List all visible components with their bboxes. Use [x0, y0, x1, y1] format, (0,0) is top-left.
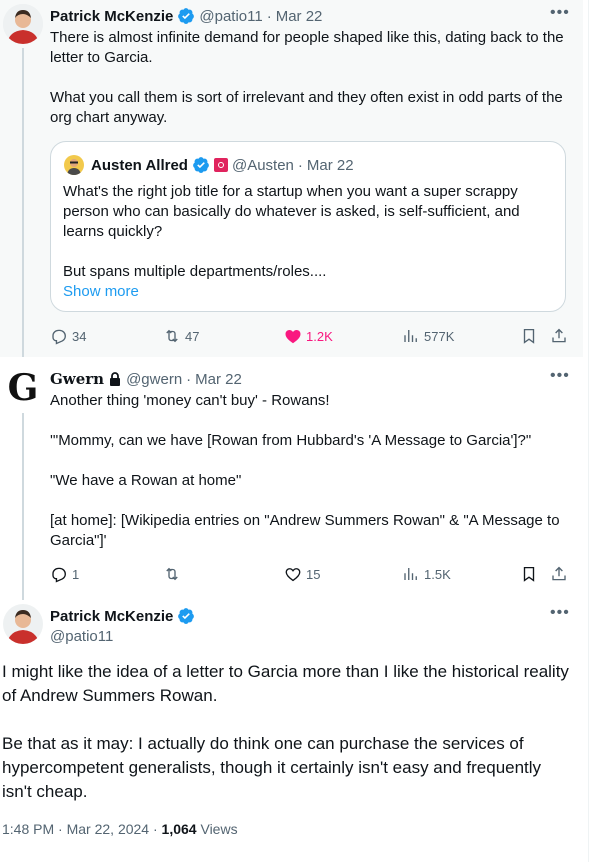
bookmark-icon: [523, 328, 535, 344]
verified-badge-icon: [193, 157, 209, 173]
repost-button[interactable]: 47: [163, 326, 199, 346]
lock-icon: [110, 372, 121, 386]
quote-author-handle[interactable]: @Austen: [232, 157, 294, 174]
views-count: 577K: [424, 328, 455, 344]
author-name[interactable]: Patrick McKenzie: [50, 8, 173, 25]
reply-button[interactable]: 1: [50, 564, 79, 584]
like-count: 1.2K: [306, 328, 333, 344]
views-count: 1.5K: [424, 566, 451, 582]
share-icon: [552, 328, 566, 343]
tweet-text: I might like the idea of a letter to Gar…: [2, 662, 569, 801]
tweet-full-date[interactable]: Mar 22, 2024: [67, 821, 150, 837]
tweet-time[interactable]: 1:48 PM: [2, 821, 54, 837]
tweet-text: Another thing 'money can't buy' - Rowans…: [50, 392, 560, 549]
bookmark-button[interactable]: [520, 326, 538, 346]
tweet-handle-row: @patio11: [50, 626, 113, 646]
tweet-header: Patrick McKenzie: [50, 606, 195, 626]
tweet-actions: 1 15 1.5K: [50, 564, 570, 584]
tweet-actions: 34 47 1.2K 577K: [50, 326, 570, 346]
share-icon: [552, 566, 566, 581]
quote-text: What's the right job title for a startup…: [63, 183, 520, 280]
quote-avatar[interactable]: [64, 155, 84, 175]
separator: ·: [186, 370, 192, 388]
reply-count: 34: [72, 328, 87, 344]
like-button[interactable]: 15: [284, 564, 320, 584]
tweet-date[interactable]: Mar 22: [195, 371, 242, 388]
tweet-date[interactable]: Mar 22: [276, 8, 323, 25]
show-more-link[interactable]: Show more: [63, 282, 263, 302]
separator: ·: [266, 7, 272, 25]
views-button[interactable]: 1.5K: [402, 564, 451, 584]
separator: ·: [297, 156, 303, 174]
share-button[interactable]: [550, 326, 568, 346]
views-icon: [404, 330, 417, 342]
more-icon[interactable]: •••: [550, 5, 569, 26]
quote-date[interactable]: Mar 22: [307, 157, 354, 174]
repost-button[interactable]: [163, 564, 185, 584]
avatar[interactable]: [3, 4, 43, 44]
share-button[interactable]: [550, 564, 568, 584]
avatar[interactable]: G: [3, 367, 43, 407]
quoted-tweet[interactable]: Austen Allred @Austen · Mar 22 What's th…: [50, 141, 566, 312]
tweet-header: Patrick McKenzie @patio11 · Mar 22: [50, 6, 322, 26]
tweet-patio11-reply[interactable]: Patrick McKenzie @patio11 · Mar 22 ••• T…: [0, 0, 583, 357]
verified-badge-icon: [178, 8, 195, 24]
like-count: 15: [306, 566, 321, 582]
tweet-header: Gwern @gwern · Mar 22: [50, 369, 242, 389]
affiliation-badge-icon: [213, 158, 228, 172]
bookmark-button[interactable]: [520, 564, 538, 584]
more-icon[interactable]: •••: [550, 368, 569, 389]
repost-icon: [166, 567, 178, 581]
tweet-meta: 1:48 PM · Mar 22, 2024 · 1,064 Views: [2, 821, 238, 837]
author-name[interactable]: Gwern: [50, 370, 104, 388]
heart-icon: [285, 568, 301, 582]
views-button[interactable]: 577K: [402, 326, 454, 346]
author-handle[interactable]: @patio11: [50, 628, 113, 645]
svg-text:G: G: [8, 367, 39, 407]
author-name[interactable]: Patrick McKenzie: [50, 608, 173, 625]
more-icon[interactable]: •••: [550, 605, 569, 626]
avatar[interactable]: [3, 604, 43, 644]
repost-count: 47: [185, 328, 200, 344]
quote-header: Austen Allred @Austen · Mar 22: [91, 155, 354, 175]
views-count: 1,064: [161, 821, 197, 837]
author-handle[interactable]: @gwern: [126, 371, 182, 388]
quote-author-name[interactable]: Austen Allred: [91, 157, 188, 174]
author-handle[interactable]: @patio11: [199, 8, 262, 25]
separator: ·: [58, 821, 63, 837]
views-icon: [404, 568, 417, 580]
separator: ·: [152, 821, 158, 837]
reply-icon: [52, 567, 66, 583]
views-label: Views: [200, 821, 238, 837]
thread-line: [22, 413, 24, 603]
bookmark-icon: [523, 566, 535, 582]
tweet-text: There is almost infinite demand for peop…: [50, 29, 564, 126]
reply-count: 1: [72, 566, 80, 582]
heart-icon: [285, 330, 301, 344]
thread-line: [22, 48, 24, 357]
like-button[interactable]: 1.2K: [284, 326, 333, 346]
reply-icon: [52, 329, 66, 345]
repost-icon: [166, 329, 178, 343]
tweet-gwern-reply[interactable]: G Gwern @gwern · Mar 22 ••• Another thin…: [0, 357, 583, 603]
verified-badge-icon: [178, 608, 195, 624]
reply-button[interactable]: 34: [50, 326, 86, 346]
